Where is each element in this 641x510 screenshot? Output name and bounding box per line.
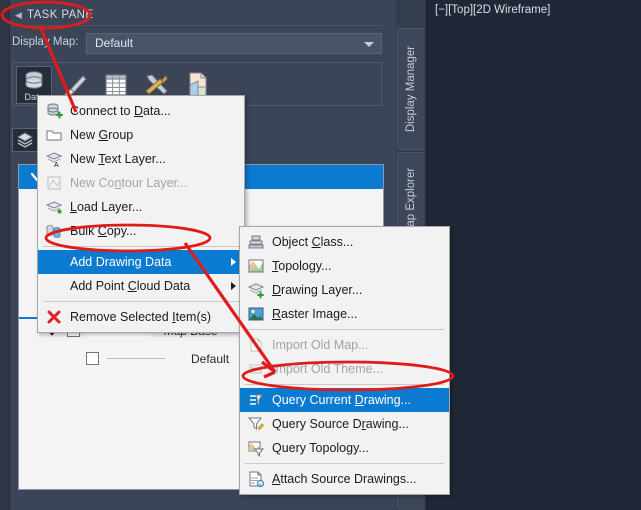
chevron-right-icon — [231, 258, 236, 266]
menu-item-label: Raster Image... — [272, 307, 358, 321]
menu-separator — [43, 246, 239, 247]
bulk-copy-icon — [45, 222, 63, 240]
menu-item-remove-selected-items[interactable]: Remove Selected Item(s) — [38, 305, 244, 329]
task-pane-title-bar: ◀ TASK PANE — [11, 4, 383, 26]
query-current-drawing-icon — [247, 391, 265, 409]
menu-item-new-contour-layer: New Contour Layer... — [38, 171, 244, 195]
query-topology-icon — [247, 439, 265, 458]
layers-button[interactable] — [12, 128, 38, 152]
line-style-preview-icon — [107, 358, 165, 359]
menu-item-label: New Group — [70, 128, 134, 142]
task-pane-title-label: TASK PANE — [27, 9, 94, 21]
svg-text:e: e — [259, 482, 262, 488]
tree-row-label: Default — [191, 352, 230, 366]
menu-item-label: Connect to Data... — [70, 104, 171, 118]
menu-item-bulk-copy[interactable]: Bulk Copy... — [38, 219, 244, 243]
menu-item-label: Query Source Drawing... — [272, 417, 409, 431]
menu-item-label: Query Current Drawing... — [272, 393, 411, 407]
menu-item-new-text-layer[interactable]: A New Text Layer... — [38, 147, 244, 171]
object-class-icon — [247, 233, 265, 251]
menu-item-label: Remove Selected Item(s) — [70, 310, 212, 324]
contour-layer-icon — [45, 174, 63, 192]
dock-tab-label: Display Manager — [405, 45, 417, 133]
menu-item-add-point-cloud-data[interactable]: Add Point Cloud Data — [38, 274, 244, 298]
menu-item-label: Import Old Theme... — [272, 362, 383, 376]
submenu-item-query-source-drawing[interactable]: Query Source Drawing... — [240, 412, 449, 436]
import-old-map-icon — [247, 336, 265, 354]
layers-stack-icon — [16, 131, 34, 154]
database-add-icon — [45, 102, 64, 120]
svg-text:A: A — [54, 162, 59, 168]
tree-row-checkbox[interactable] — [86, 352, 99, 365]
display-manager-context-menu[interactable]: Connect to Data... New Group A New Text … — [37, 95, 245, 333]
display-map-row: Display Map: Default — [12, 33, 382, 55]
menu-item-new-group[interactable]: New Group — [38, 123, 244, 147]
submenu-item-drawing-layer[interactable]: Drawing Layer... — [240, 278, 449, 302]
submenu-item-attach-source-drawings[interactable]: e Attach Source Drawings... — [240, 467, 449, 491]
submenu-item-query-current-drawing[interactable]: Query Current Drawing... — [240, 388, 449, 412]
menu-item-label: Query Topology... — [272, 441, 369, 455]
display-map-label: Display Map: — [12, 36, 79, 48]
drawing-viewport[interactable]: [−][Top][2D Wireframe] — [426, 0, 641, 510]
dock-tab-display-manager[interactable]: Display Manager — [397, 28, 424, 150]
viewport-config-label: [−][Top][2D Wireframe] — [435, 4, 551, 16]
attach-source-drawings-icon: e — [247, 470, 265, 488]
topology-icon — [247, 257, 265, 275]
submenu-item-topology[interactable]: Topology... — [240, 254, 449, 278]
submenu-item-object-class[interactable]: Object Class... — [240, 230, 449, 254]
menu-item-label: Bulk Copy... — [70, 224, 137, 238]
menu-item-label: Object Class... — [272, 235, 354, 249]
menu-separator — [245, 384, 444, 385]
load-layer-icon — [45, 198, 63, 216]
submenu-item-raster-image[interactable]: Raster Image... — [240, 302, 449, 326]
menu-item-connect-to-data[interactable]: Connect to Data... — [38, 99, 244, 123]
menu-item-label: Topology... — [272, 259, 332, 273]
collapse-chevron-icon[interactable]: ◀ — [15, 11, 22, 20]
menu-item-label: Add Point Cloud Data — [70, 279, 191, 293]
menu-item-label: New Text Layer... — [70, 152, 166, 166]
display-map-value: Default — [95, 36, 134, 50]
display-map-combo[interactable]: Default — [86, 33, 382, 54]
task-pane-left-edge — [0, 0, 10, 510]
add-drawing-data-submenu[interactable]: Object Class... Topology... Drawing Laye… — [239, 226, 450, 495]
menu-item-load-layer[interactable]: Load Layer... — [38, 195, 244, 219]
red-x-icon — [45, 308, 63, 326]
folder-icon — [45, 126, 63, 144]
autocad-map-3d-window: ◀ TASK PANE Display Map: Default Data De… — [0, 0, 641, 510]
menu-item-label: Load Layer... — [70, 200, 143, 214]
chevron-right-icon — [231, 282, 236, 290]
menu-item-label: New Contour Layer... — [70, 176, 188, 190]
menu-item-label: Drawing Layer... — [272, 283, 363, 297]
menu-separator — [245, 463, 444, 464]
drawing-layer-icon — [247, 281, 265, 299]
query-source-drawing-icon — [247, 415, 265, 433]
menu-item-label: Attach Source Drawings... — [272, 472, 417, 486]
text-layer-icon: A — [45, 150, 63, 169]
menu-item-label: Add Drawing Data — [70, 255, 172, 269]
menu-item-add-drawing-data[interactable]: Add Drawing Data — [38, 250, 244, 274]
menu-separator — [245, 329, 444, 330]
submenu-item-query-topology[interactable]: Query Topology... — [240, 436, 449, 460]
menu-item-label: Import Old Map... — [272, 338, 369, 352]
menu-separator — [43, 301, 239, 302]
submenu-item-import-old-theme: Import Old Theme... — [240, 357, 449, 381]
import-old-theme-icon — [247, 360, 265, 378]
raster-image-icon — [247, 305, 265, 323]
submenu-item-import-old-map: Import Old Map... — [240, 333, 449, 357]
chevron-down-icon[interactable] — [364, 42, 374, 47]
